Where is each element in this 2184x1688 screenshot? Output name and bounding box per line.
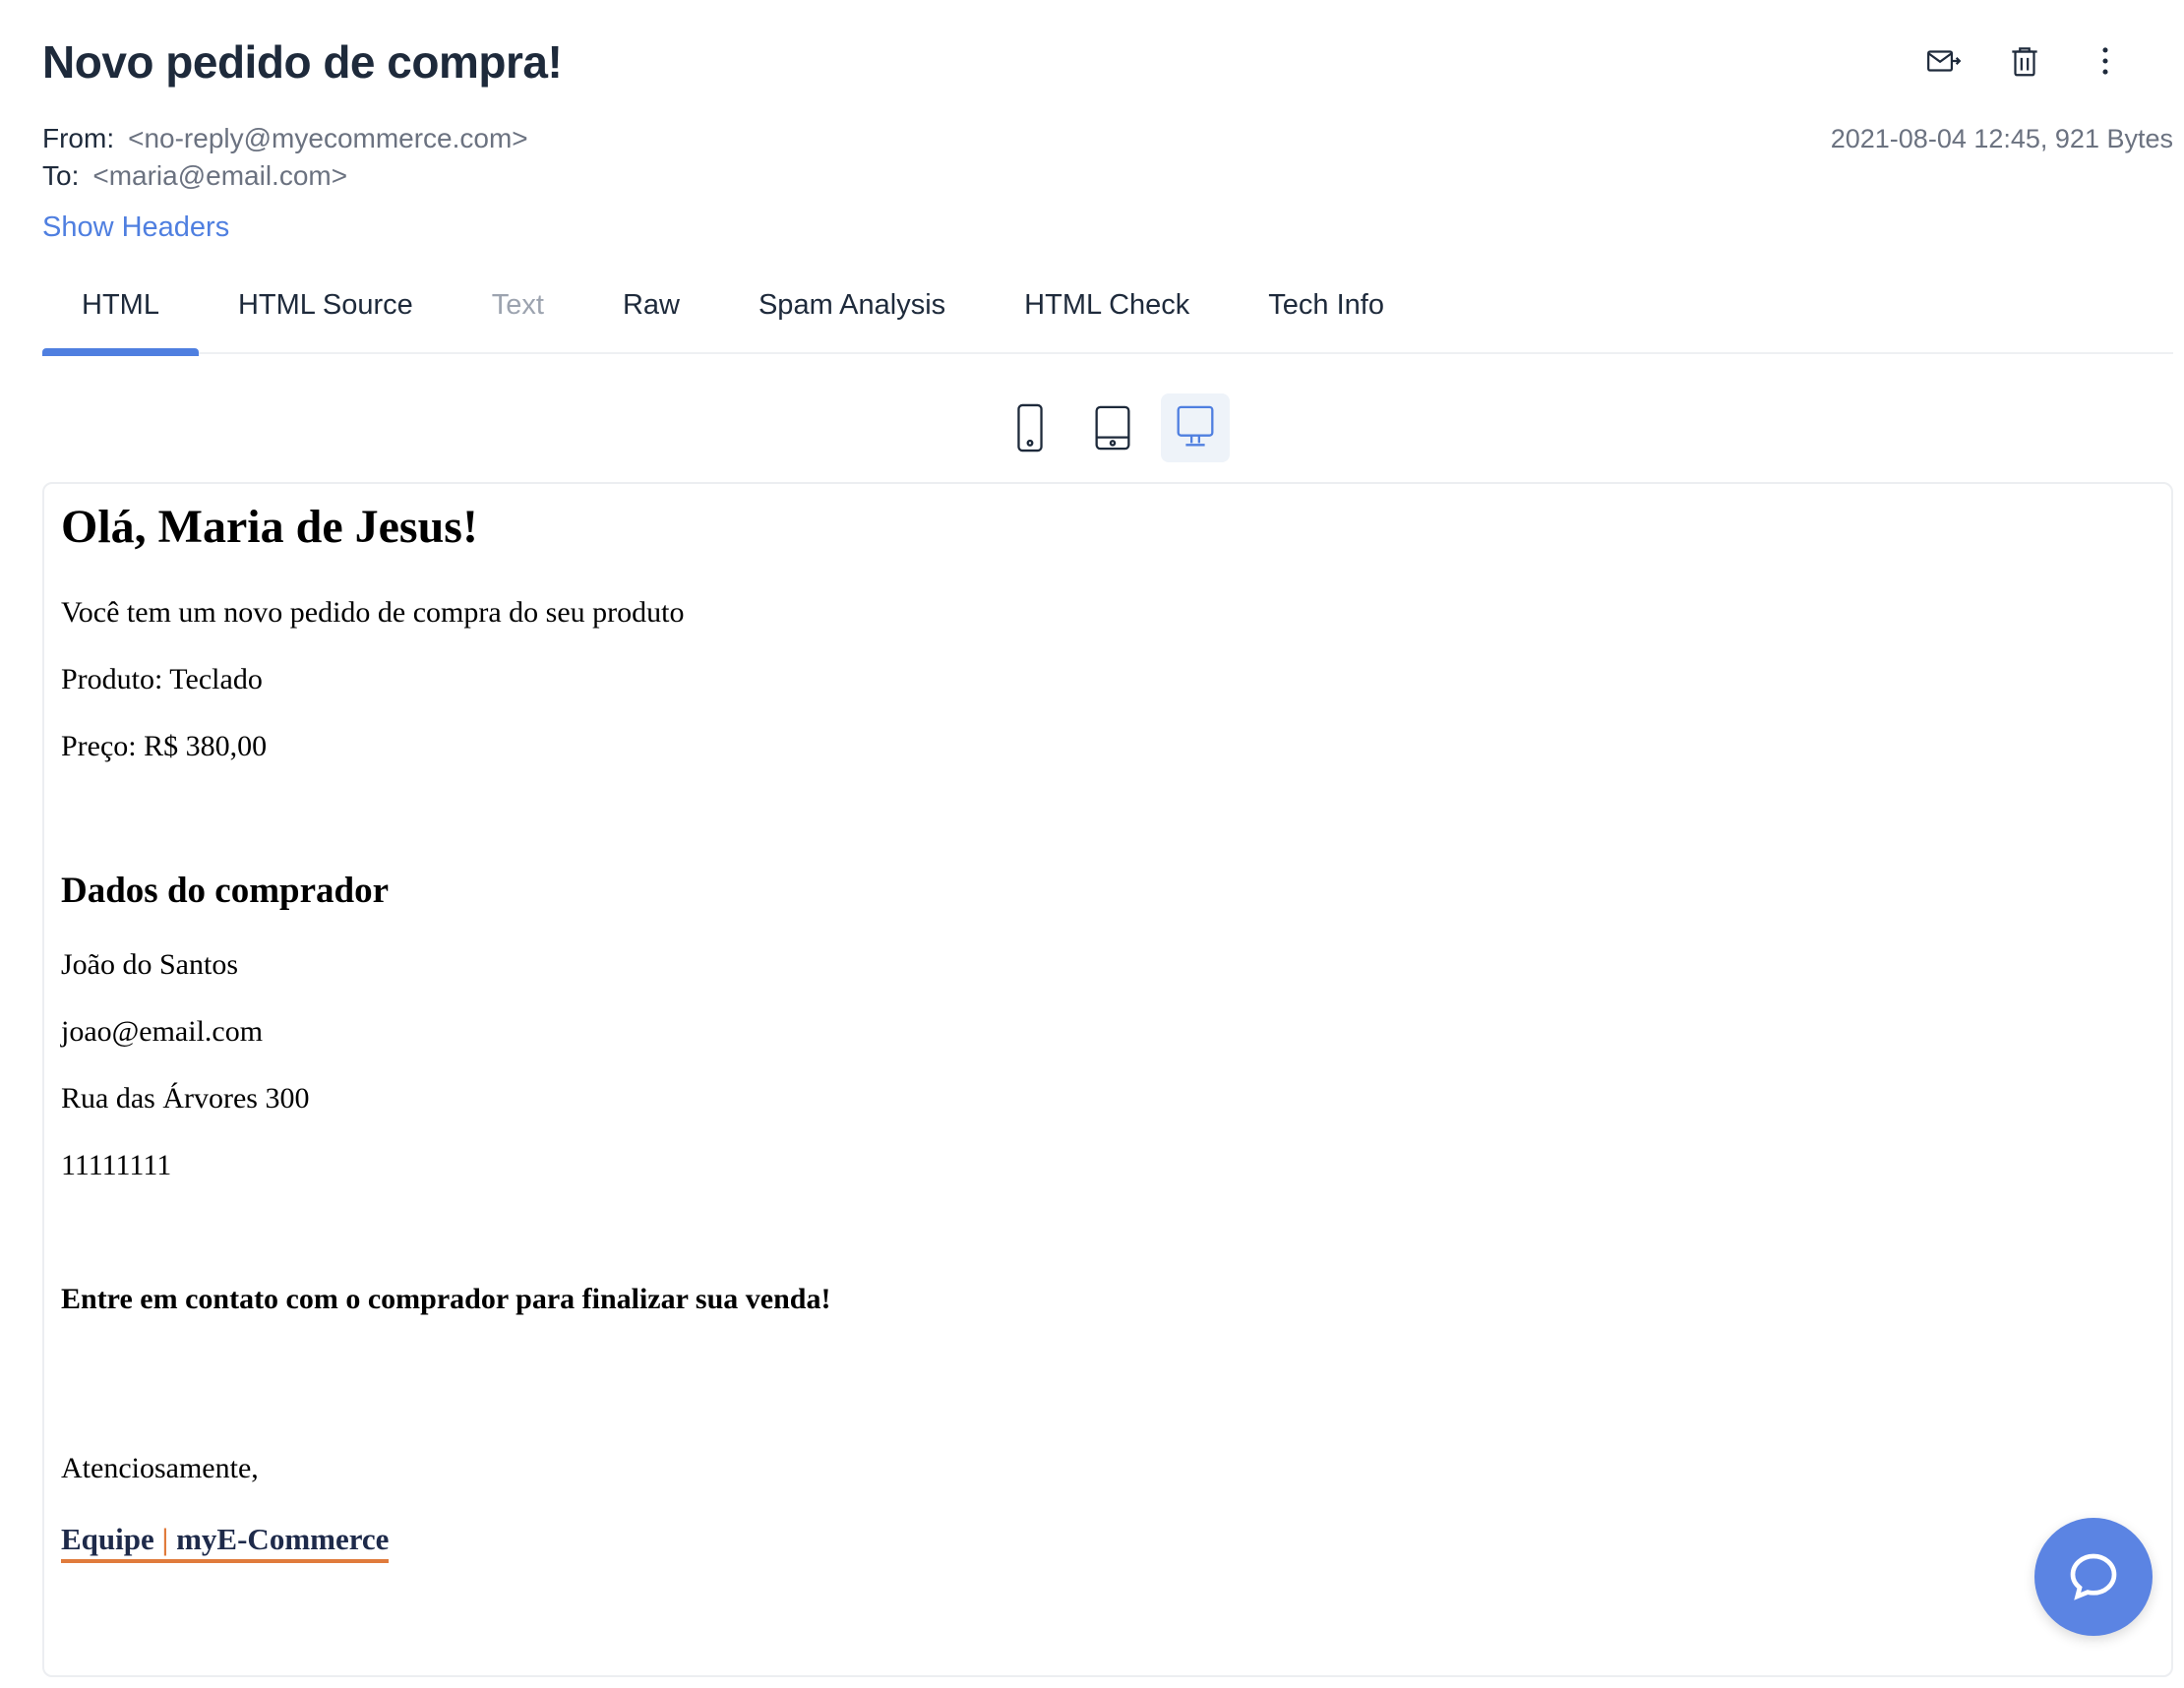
to-row: To: <maria@email.com> — [42, 157, 528, 195]
show-headers-link[interactable]: Show Headers — [42, 211, 229, 244]
buyer-zip: 11111111 — [61, 1149, 172, 1181]
email-date-size: 2021-08-04 12:45, 921 Bytes — [1830, 124, 2173, 153]
desktop-view-button[interactable] — [1161, 393, 1230, 462]
tab-tech-info[interactable]: Tech Info — [1229, 277, 1424, 354]
signature-team: Equipe — [61, 1522, 154, 1556]
product-text: Produto: Teclado — [61, 663, 263, 695]
more-vertical-icon — [2102, 47, 2108, 75]
to-label: To: — [42, 160, 80, 191]
tab-text[interactable]: Text — [453, 277, 583, 354]
greeting-heading: Olá, Maria de Jesus! — [61, 501, 478, 553]
tab-spam-analysis[interactable]: Spam Analysis — [719, 277, 985, 354]
from-row: From: <no-reply@myecommerce.com> — [42, 120, 528, 157]
price-text: Preço: R$ 380,00 — [61, 730, 268, 762]
desktop-icon — [1177, 405, 1214, 447]
buyer-heading: Dados do comprador — [61, 871, 390, 911]
email-subject: Novo pedido de compra! — [42, 36, 563, 88]
mobile-view-button[interactable] — [996, 393, 1064, 462]
buyer-address: Rua das Árvores 300 — [61, 1082, 310, 1115]
tab-html[interactable]: HTML — [42, 277, 199, 356]
buyer-email: joao@email.com — [61, 1015, 264, 1048]
trash-icon — [2012, 47, 2037, 77]
from-label: From: — [42, 123, 115, 153]
viewport-switcher — [996, 393, 1230, 462]
tablet-view-button[interactable] — [1078, 393, 1147, 462]
tab-raw[interactable]: Raw — [583, 277, 719, 354]
view-tabs: HTML HTML Source Text Raw Spam Analysis … — [42, 277, 2173, 356]
forward-button[interactable] — [1924, 41, 1964, 81]
from-address: <no-reply@myecommerce.com> — [128, 123, 528, 153]
tab-html-check[interactable]: HTML Check — [985, 277, 1229, 354]
email-addresses: From: <no-reply@myecommerce.com> To: <mari… — [42, 120, 528, 195]
intro-text: Você tem um novo pedido de compra do seu… — [61, 596, 685, 629]
signature-brand: myE-Commerce — [176, 1522, 390, 1556]
more-options-button[interactable] — [2086, 41, 2125, 81]
chat-bubble-icon — [2070, 1553, 2117, 1600]
to-address: <maria@email.com> — [92, 160, 348, 191]
forward-mail-icon — [1927, 50, 1962, 72]
mobile-icon — [1017, 403, 1043, 452]
delete-button[interactable] — [2005, 41, 2044, 81]
tablet-icon — [1095, 405, 1130, 451]
tab-html-source[interactable]: HTML Source — [199, 277, 453, 354]
message-actions — [1924, 41, 2125, 81]
signature-separator: | — [161, 1522, 169, 1556]
signature-link[interactable]: Equipe | myE-Commerce — [61, 1522, 390, 1563]
closing-text: Atenciosamente, — [61, 1452, 259, 1484]
call-to-action: Entre em contato com o comprador para fi… — [61, 1283, 831, 1315]
email-preview: Olá, Maria de Jesus! Você tem um novo pe… — [42, 482, 2173, 1677]
chat-button[interactable] — [2034, 1518, 2153, 1636]
buyer-name: João do Santos — [61, 948, 238, 981]
